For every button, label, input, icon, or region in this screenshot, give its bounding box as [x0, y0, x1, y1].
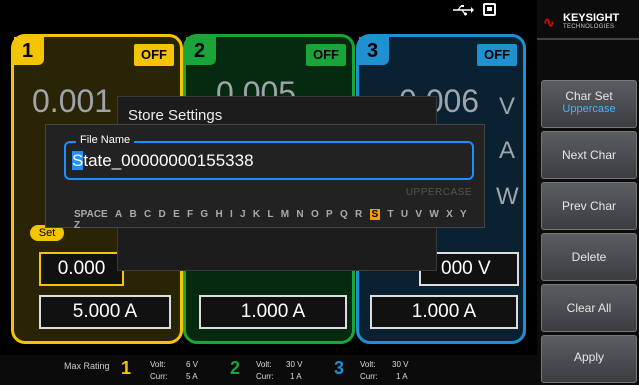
char-r[interactable]: R [355, 209, 362, 220]
char-n[interactable]: N [296, 209, 303, 220]
rating-volt-value: 30 V [392, 360, 409, 369]
char-set-value: Uppercase [562, 103, 616, 115]
text-cursor: S [72, 151, 84, 170]
channel-number: 3 [359, 37, 389, 65]
rating-channel-1: 1 [121, 358, 132, 378]
rating-volt-label: Volt: [256, 360, 272, 369]
set-voltage-field[interactable]: 0.000 [39, 252, 124, 286]
case-indicator: UPPERCASE [405, 187, 472, 198]
char-j[interactable]: J [240, 209, 246, 220]
char-space[interactable]: SPACE [74, 209, 108, 220]
power-unit: W [496, 183, 519, 210]
char-f[interactable]: F [187, 209, 193, 220]
char-s-selected[interactable]: S [369, 209, 381, 220]
character-selector[interactable]: SPACE A B C D E F G H I J K L M N O P Q … [74, 209, 484, 231]
memory-icon [483, 3, 496, 16]
set-current-field[interactable]: 5.000 A [39, 295, 171, 329]
rating-volt-label: Volt: [360, 360, 376, 369]
char-v[interactable]: V [415, 209, 422, 220]
next-char-button[interactable]: Next Char [541, 131, 637, 179]
rating-curr-label: Curr: [150, 372, 168, 381]
char-set-button[interactable]: Char Set Uppercase [541, 80, 637, 128]
usb-icon [453, 5, 474, 16]
char-set-label: Char Set [565, 89, 613, 103]
prev-char-button[interactable]: Prev Char [541, 182, 637, 230]
channel-number: 2 [186, 37, 216, 65]
divider [537, 38, 639, 40]
char-c[interactable]: C [144, 209, 151, 220]
output-state-badge: OFF [306, 44, 346, 66]
file-name-label: File Name [76, 134, 135, 146]
rating-volt-value: 6 V [186, 360, 199, 369]
voltage-unit: V [499, 93, 516, 120]
char-m[interactable]: M [281, 209, 289, 220]
file-name-value: State_00000000155338 [72, 151, 254, 171]
char-p[interactable]: P [326, 209, 333, 220]
delete-button[interactable]: Delete [541, 233, 637, 281]
rating-curr-value: 5 A [186, 372, 198, 381]
char-b[interactable]: B [130, 209, 137, 220]
rating-curr-value: 1 A [290, 372, 302, 381]
char-e[interactable]: E [173, 209, 180, 220]
current-unit: A [499, 137, 516, 164]
char-t[interactable]: T [387, 209, 393, 220]
char-z[interactable]: Z [74, 220, 80, 231]
char-d[interactable]: D [159, 209, 166, 220]
char-i[interactable]: I [230, 209, 233, 220]
file-name-text: tate_00000000155338 [83, 151, 254, 170]
keysight-wave-icon: ∿ [543, 14, 555, 30]
char-g[interactable]: G [200, 209, 208, 220]
rating-channel-3: 3 [334, 358, 345, 378]
char-u[interactable]: U [401, 209, 408, 220]
char-k[interactable]: K [253, 209, 260, 220]
max-rating-bar: Max Rating 1 Volt: 6 V Curr: 5 A 2 Volt:… [0, 355, 537, 385]
rating-volt-label: Volt: [150, 360, 166, 369]
dialog-title: Store Settings [128, 107, 223, 124]
softkey-panel: ∿ KEYSIGHT TECHNOLOGIES Char Set Upperca… [537, 0, 639, 385]
char-q[interactable]: Q [340, 209, 348, 220]
output-state-badge: OFF [477, 44, 517, 66]
set-current-field[interactable]: 1.000 A [370, 295, 518, 329]
char-a[interactable]: A [115, 209, 122, 220]
keysight-logo: ∿ KEYSIGHT TECHNOLOGIES [543, 8, 635, 32]
channel-number: 1 [14, 37, 44, 65]
rating-volt-value: 30 V [286, 360, 303, 369]
brand-sub: TECHNOLOGIES [563, 24, 615, 30]
char-l[interactable]: L [267, 209, 273, 220]
brand-name: KEYSIGHT [563, 12, 620, 24]
max-rating-label: Max Rating [64, 361, 110, 371]
file-name-field[interactable]: File Name State_00000000155338 [64, 134, 474, 180]
rating-curr-label: Curr: [360, 372, 378, 381]
set-current-field[interactable]: 1.000 A [199, 295, 347, 329]
output-state-badge: OFF [134, 44, 174, 66]
char-y[interactable]: Y [460, 209, 467, 220]
clear-all-button[interactable]: Clear All [541, 284, 637, 332]
char-w[interactable]: W [429, 209, 438, 220]
char-o[interactable]: O [311, 209, 319, 220]
rating-curr-value: 1 A [396, 372, 408, 381]
rating-curr-label: Curr: [256, 372, 274, 381]
measured-voltage: 0.001 [32, 83, 113, 119]
apply-button[interactable]: Apply [541, 335, 637, 383]
char-x[interactable]: X [446, 209, 453, 220]
file-name-entry: File Name State_00000000155338 UPPERCASE… [45, 124, 485, 231]
rating-channel-2: 2 [230, 358, 241, 378]
char-h[interactable]: H [215, 209, 222, 220]
